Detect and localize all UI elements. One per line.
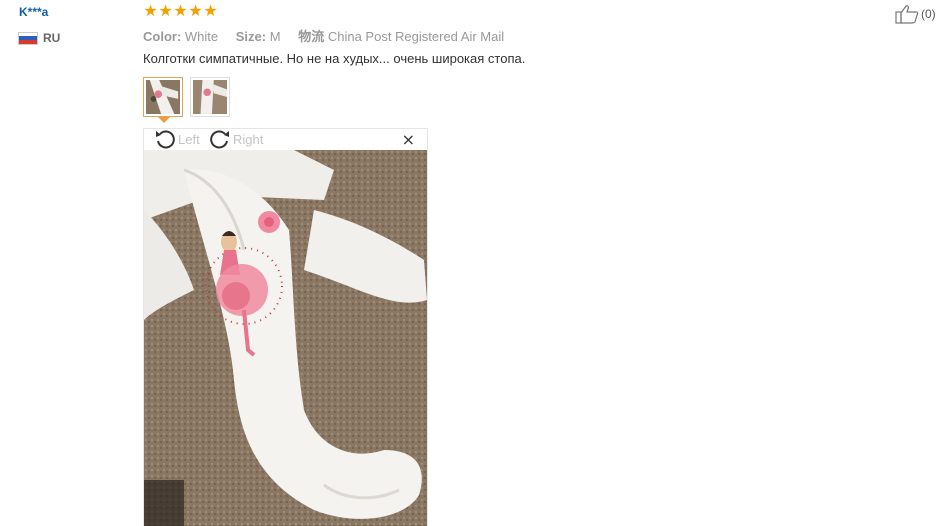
photo-viewer: Left Right × (143, 128, 428, 526)
shipping-label: 物流 (298, 29, 325, 44)
photo-thumbnail-2[interactable] (190, 77, 230, 117)
russia-flag-icon (18, 31, 38, 45)
close-icon[interactable]: × (402, 131, 415, 149)
photo-thumbnail-1[interactable] (143, 77, 183, 123)
star-icon: ★ (188, 1, 203, 20)
rotate-right-label: Right (233, 131, 264, 147)
star-icon: ★ (158, 1, 173, 20)
star-rating: ★ ★ ★ ★ ★ (143, 1, 218, 20)
viewer-toolbar: Left Right × (144, 129, 427, 150)
size-value: M (269, 29, 281, 44)
rotate-left-icon (156, 130, 175, 149)
rotate-right-icon (210, 130, 229, 149)
review-meta: Color: White Size: M 物流 China Post Regis… (143, 26, 504, 45)
review-text: Колготки симпатичные. Но не на худых... … (143, 51, 526, 66)
reviewer-country: RU (18, 31, 60, 45)
star-icon: ★ (173, 1, 188, 20)
rotate-left-button[interactable]: Left (154, 129, 200, 149)
size-label: Size: (235, 29, 267, 44)
rotate-left-label: Left (178, 131, 200, 147)
star-icon: ★ (203, 1, 218, 20)
rotate-right-button[interactable]: Right (209, 129, 263, 149)
thumbs-up-icon (895, 5, 919, 24)
helpful-button[interactable]: (0) (895, 4, 936, 24)
photo-thumbnails (143, 77, 237, 123)
tights-photo-image (144, 150, 427, 526)
color-value: White (184, 29, 219, 44)
review-photo (144, 150, 427, 526)
country-code: RU (43, 31, 61, 45)
shipping-value: China Post Registered Air Mail (327, 29, 505, 44)
helpful-count: (0) (921, 7, 936, 21)
star-icon: ★ (143, 1, 158, 20)
color-label: Color: (143, 29, 182, 44)
reviewer-name[interactable]: K***a (19, 5, 48, 19)
photo-thumbnail-image (146, 80, 180, 114)
photo-thumbnail-image (193, 80, 227, 114)
